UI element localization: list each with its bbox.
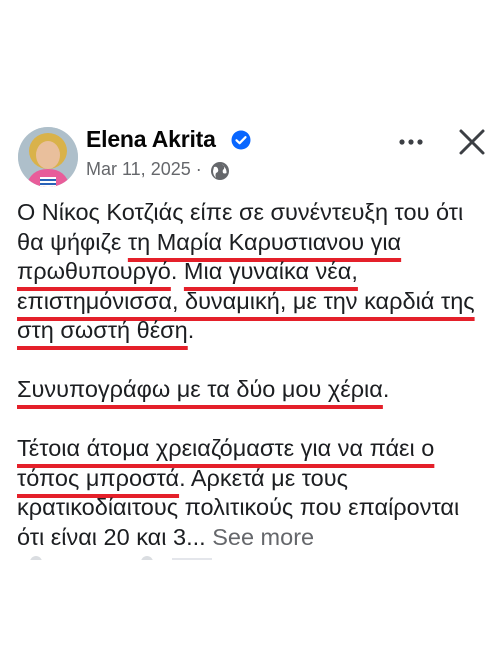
reactions-row-peek — [30, 556, 212, 560]
more-options-icon[interactable] — [393, 124, 429, 160]
post-card: Elena Akrita Mar 11, 2025 · Ο Νίκος Κοτζ… — [4, 104, 493, 560]
post-paragraph: Ο Νίκος Κοτζιάς είπε σε συνέντευξη του ό… — [17, 198, 487, 346]
post-paragraph: Τέτοια άτομα χρειαζόμαστε για να πάει ο … — [17, 434, 487, 552]
avatar[interactable] — [18, 127, 78, 187]
see-more-link[interactable]: See more — [212, 524, 314, 550]
post-text-segment: . — [382, 376, 390, 402]
post-paragraph: Συνυπογράφω με τα δύο μου χέρια. — [17, 375, 487, 405]
close-icon[interactable] — [452, 122, 492, 162]
verified-badge-icon — [231, 130, 251, 150]
top-backdrop — [0, 0, 497, 104]
post-body: Ο Νίκος Κοτζιάς είπε σε συνέντευξη του ό… — [17, 198, 487, 552]
post-meta: Mar 11, 2025 · — [86, 159, 202, 180]
underlined-text: Συνυπογράφω με τα δύο μου χέρια — [17, 376, 383, 402]
post-date[interactable]: Mar 11, 2025 — [86, 159, 191, 179]
meta-separator: · — [195, 159, 202, 179]
post-text-segment: . — [170, 258, 184, 284]
bottom-backdrop — [0, 560, 497, 662]
globe-icon[interactable] — [210, 161, 230, 181]
post-text-segment: . — [187, 317, 195, 343]
author-name[interactable]: Elena Akrita — [86, 126, 216, 153]
